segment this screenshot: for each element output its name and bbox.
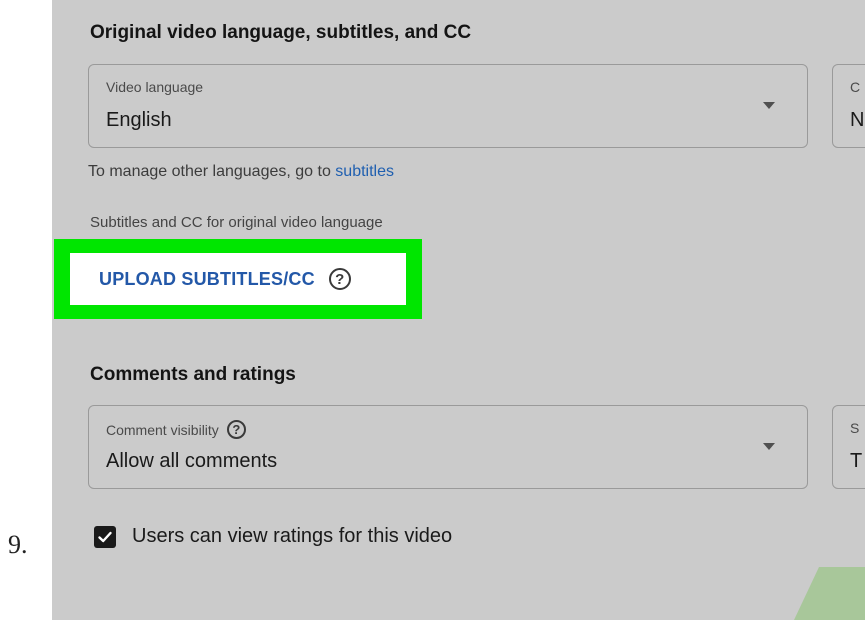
comment-visibility-value: Allow all comments xyxy=(106,450,278,472)
highlight-box: UPLOAD SUBTITLES/CC ? xyxy=(54,239,422,319)
video-language-label: Video language xyxy=(106,79,204,95)
caption-certification-label: C xyxy=(850,79,861,95)
sort-by-label: S xyxy=(850,420,860,436)
comment-visibility-label: Comment visibility xyxy=(106,421,219,438)
help-icon[interactable]: ? xyxy=(328,268,351,290)
upload-subtitles-button[interactable]: UPLOAD SUBTITLES/CC ? xyxy=(70,253,406,305)
manage-languages-prefix: To manage other languages, go to xyxy=(88,163,336,180)
video-language-dropdown[interactable]: Video language English xyxy=(88,64,808,148)
comments-section-title: Comments and ratings xyxy=(90,364,296,385)
manage-languages-text: To manage other languages, go to subtitl… xyxy=(88,163,394,181)
dropdown-caret-icon xyxy=(763,102,775,109)
decorative-shape xyxy=(794,567,865,620)
sort-by-dropdown[interactable]: S T xyxy=(832,405,865,489)
ratings-checkbox-row[interactable]: Users can view ratings for this video xyxy=(94,525,452,548)
step-number: 9. xyxy=(8,530,28,559)
video-language-value: English xyxy=(106,109,172,131)
settings-panel: Original video language, subtitles, and … xyxy=(52,0,865,620)
caption-certification-dropdown[interactable]: C N xyxy=(832,64,865,148)
ratings-checkbox[interactable] xyxy=(94,525,116,548)
comment-visibility-label-row: Comment visibility ? xyxy=(106,420,246,439)
ratings-checkbox-label: Users can view ratings for this video xyxy=(132,525,453,547)
subtitles-caption: Subtitles and CC for original video lang… xyxy=(90,214,383,231)
language-section-title: Original video language, subtitles, and … xyxy=(90,22,472,43)
checkmark-icon xyxy=(98,531,112,542)
upload-subtitles-label: UPLOAD SUBTITLES/CC xyxy=(99,268,315,289)
sort-by-value: T xyxy=(850,450,863,472)
caption-certification-value: N xyxy=(850,109,865,131)
subtitles-link[interactable]: subtitles xyxy=(335,163,394,180)
dropdown-caret-icon xyxy=(763,443,775,450)
comment-visibility-dropdown[interactable]: Comment visibility ? Allow all comments xyxy=(88,405,808,489)
help-icon[interactable]: ? xyxy=(226,420,246,439)
